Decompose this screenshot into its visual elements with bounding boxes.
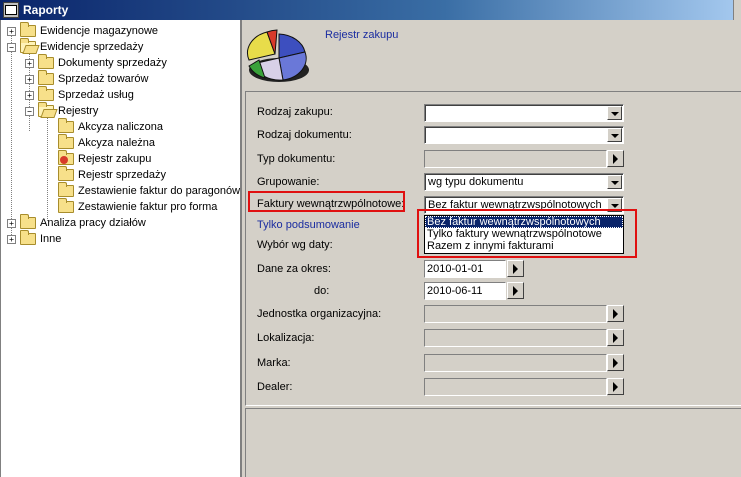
folder-icon: [58, 118, 74, 133]
marka-select-button[interactable]: [607, 354, 624, 371]
tree-item-zestawienie-pro-forma[interactable]: Zestawienie faktur pro forma: [58, 198, 218, 215]
typ-dokumentu-field[interactable]: [424, 150, 607, 168]
rodzaj-dokumentu-combo[interactable]: [424, 126, 624, 144]
expand-icon[interactable]: +: [7, 234, 16, 244]
collapse-icon[interactable]: −: [25, 106, 34, 116]
date-to-field[interactable]: 2010-06-11: [424, 282, 506, 300]
tree-item-akcyza-nalezna[interactable]: Akcyza należna: [58, 134, 156, 151]
report-header: Rejestr zakupu: [243, 20, 741, 88]
marka-field[interactable]: [424, 354, 607, 372]
report-tree: + Ewidencje magazynowe − Ewidencje sprze…: [0, 20, 242, 477]
tree-item-rejestr-zakupu[interactable]: Rejestr zakupu: [58, 150, 152, 167]
tree-item-label: Sprzedaż usług: [58, 89, 134, 101]
rodzaj-dokumentu-label: Rodzaj dokumentu:: [257, 129, 352, 141]
folder-icon: [58, 166, 74, 181]
tree-item-label: Akcyza należna: [78, 137, 156, 149]
expand-icon[interactable]: +: [25, 58, 34, 68]
folder-icon: [38, 54, 54, 69]
folder-icon: [58, 134, 74, 149]
jednostka-organizacyjna-label: Jednostka organizacyjna:: [257, 308, 382, 320]
folder-icon: [38, 86, 54, 101]
lokalizacja-field[interactable]: [424, 329, 607, 347]
tree-item-analiza-pracy-dzialow[interactable]: + Analiza pracy działów: [7, 214, 146, 231]
chevron-down-icon[interactable]: [607, 175, 622, 189]
highlight-box-label: [248, 191, 405, 212]
chevron-down-icon[interactable]: [607, 106, 622, 120]
tree-item-sprzedaz-towarow[interactable]: + Sprzedaż towarów: [25, 70, 149, 87]
tree-item-label: Akcyza naliczona: [78, 121, 163, 133]
marka-label: Marka:: [257, 357, 291, 369]
expand-icon[interactable]: +: [25, 90, 34, 100]
jednostka-select-button[interactable]: [607, 305, 624, 322]
tylko-podsumowanie-link[interactable]: Tylko podsumowanie: [257, 219, 360, 231]
chevron-down-icon[interactable]: [607, 128, 622, 142]
expand-icon[interactable]: +: [25, 74, 34, 84]
open-folder-icon: [38, 102, 54, 117]
expand-icon[interactable]: +: [7, 26, 16, 36]
expand-icon[interactable]: +: [7, 218, 16, 228]
date-from-picker-button[interactable]: [507, 260, 524, 277]
grupowanie-label: Grupowanie:: [257, 176, 320, 188]
tree-item-zestawienie-paragonow[interactable]: Zestawienie faktur do paragonów: [58, 182, 241, 199]
folder-icon: [38, 70, 54, 85]
tree-item-label: Rejestr zakupu: [78, 153, 152, 165]
rodzaj-zakupu-combo[interactable]: [424, 104, 624, 122]
rodzaj-zakupu-label: Rodzaj zakupu:: [257, 106, 333, 118]
date-to-picker-button[interactable]: [507, 282, 524, 299]
tree-item-dokumenty-sprzedazy[interactable]: + Dokumenty sprzedaży: [25, 54, 167, 71]
bottom-panel: [245, 408, 741, 477]
tree-item-label: Sprzedaż towarów: [58, 73, 149, 85]
tree-item-label: Rejestr sprzedaży: [78, 169, 167, 181]
grupowanie-combo[interactable]: wg typu dokumentu: [424, 173, 624, 191]
folder-icon: [58, 198, 74, 213]
tree-item-inne[interactable]: + Inne: [7, 230, 62, 247]
folder-icon: [20, 22, 36, 37]
selected-report-folder-icon: [58, 150, 74, 165]
date-from-field[interactable]: 2010-01-01: [424, 260, 506, 278]
collapse-icon[interactable]: −: [7, 42, 16, 52]
tree-item-sprzedaz-uslug[interactable]: + Sprzedaż usług: [25, 86, 134, 103]
tree-item-label: Zestawienie faktur pro forma: [78, 201, 218, 213]
folder-icon: [58, 182, 74, 197]
open-folder-icon: [20, 38, 36, 53]
tree-item-label: Analiza pracy działów: [40, 217, 146, 229]
window-control[interactable]: [733, 0, 741, 20]
report-title: Rejestr zakupu: [325, 29, 399, 41]
app-icon: [3, 2, 19, 18]
dealer-label: Dealer:: [257, 381, 293, 393]
dane-za-okres-label: Dane za okres:: [257, 263, 331, 275]
wybor-wg-daty-label: Wybór wg daty:: [257, 239, 333, 251]
tree-item-label: Ewidencje sprzedaży: [40, 41, 144, 53]
folder-icon: [20, 230, 36, 245]
tree-item-akcyza-naliczona[interactable]: Akcyza naliczona: [58, 118, 163, 135]
lokalizacja-label: Lokalizacja:: [257, 332, 315, 344]
pie-chart-icon: [247, 29, 309, 82]
tree-item-label: Inne: [40, 233, 62, 245]
highlight-box-dropdown: [417, 209, 637, 258]
lokalizacja-select-button[interactable]: [607, 329, 624, 346]
tree-item-label: Rejestry: [58, 105, 99, 117]
typ-dokumentu-select-button[interactable]: [607, 150, 624, 167]
dealer-select-button[interactable]: [607, 378, 624, 395]
tree-item-rejestry[interactable]: − Rejestry: [25, 102, 99, 119]
tree-item-rejestr-sprzedazy[interactable]: Rejestr sprzedaży: [58, 166, 167, 183]
window-titlebar: Raporty: [0, 0, 741, 20]
tree-item-label: Zestawienie faktur do paragonów: [78, 185, 241, 197]
tree-item-ewidencje-sprzedazy[interactable]: − Ewidencje sprzedaży: [7, 38, 144, 55]
folder-icon: [20, 214, 36, 229]
tree-item-label: Dokumenty sprzedaży: [58, 57, 167, 69]
tree-item-ewidencje-magazynowe[interactable]: + Ewidencje magazynowe: [7, 22, 159, 39]
window-title: Raporty: [23, 3, 69, 17]
dealer-field[interactable]: [424, 378, 607, 396]
date-to-label: do:: [314, 285, 330, 297]
typ-dokumentu-label: Typ dokumentu:: [257, 153, 336, 165]
jednostka-organizacyjna-field[interactable]: [424, 305, 607, 323]
combo-value: wg typu dokumentu: [428, 176, 524, 188]
tree-item-label: Ewidencje magazynowe: [40, 25, 159, 37]
